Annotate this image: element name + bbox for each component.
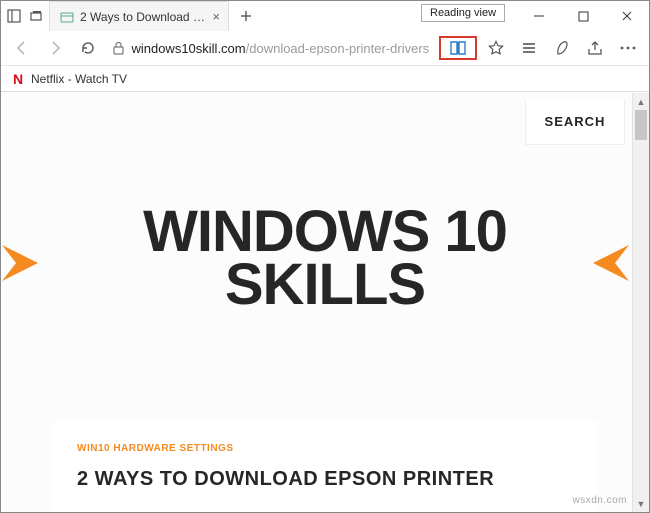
- article-category[interactable]: WIN10 HARDWARE SETTINGS: [77, 443, 573, 454]
- lock-icon: [112, 41, 125, 55]
- search-button[interactable]: SEARCH: [525, 99, 625, 145]
- tab-favicon-icon: [60, 10, 74, 24]
- maximize-button[interactable]: [561, 1, 605, 31]
- more-button[interactable]: [614, 33, 643, 63]
- watermark: wsxdn.com: [572, 495, 627, 506]
- new-tab-button[interactable]: [229, 1, 263, 31]
- url-path: /download-epson-printer-drivers: [246, 41, 430, 56]
- notes-button[interactable]: [547, 33, 576, 63]
- toolbar: windows10skill.com/download-epson-printe…: [1, 31, 649, 65]
- title-spacer: Reading view: [263, 1, 517, 31]
- url-domain: windows10skill.com: [131, 41, 245, 56]
- hub-button[interactable]: [514, 33, 543, 63]
- sidebar-toggle-icon[interactable]: [5, 7, 23, 25]
- site-logo: WINDOWS 10 SKILLS: [1, 205, 649, 312]
- browser-tab[interactable]: 2 Ways to Download Ep ×: [49, 1, 229, 31]
- title-icons: [1, 1, 49, 31]
- close-window-button[interactable]: [605, 1, 649, 31]
- reading-view-button[interactable]: [443, 33, 473, 63]
- tab-close-icon[interactable]: ×: [212, 9, 220, 24]
- favorites-item-netflix[interactable]: Netflix - Watch TV: [31, 72, 127, 86]
- forward-button[interactable]: [40, 33, 69, 63]
- page-viewport: SEARCH WINDOWS 10 SKILLS WIN10 HARDWARE …: [1, 93, 649, 512]
- vertical-scrollbar[interactable]: ▲ ▼: [632, 93, 649, 512]
- netflix-icon: N: [11, 71, 25, 87]
- logo-line-1: WINDOWS 10: [1, 205, 649, 258]
- article-title[interactable]: 2 WAYS TO DOWNLOAD EPSON PRINTER: [77, 468, 573, 491]
- tab-preview-icon[interactable]: [27, 7, 45, 25]
- article-card: WIN10 HARDWARE SETTINGS 2 WAYS TO DOWNLO…: [53, 421, 597, 512]
- back-button[interactable]: [7, 33, 36, 63]
- favorites-bar: N Netflix - Watch TV: [1, 65, 649, 92]
- share-button[interactable]: [581, 33, 610, 63]
- minimize-button[interactable]: [517, 1, 561, 31]
- scroll-thumb[interactable]: [635, 110, 647, 140]
- page-content: SEARCH WINDOWS 10 SKILLS WIN10 HARDWARE …: [1, 93, 649, 512]
- tab-title: 2 Ways to Download Ep: [80, 10, 206, 24]
- logo-line-2: SKILLS: [1, 258, 649, 311]
- refresh-button[interactable]: [73, 33, 102, 63]
- favorite-button[interactable]: [481, 33, 510, 63]
- scroll-up-icon[interactable]: ▲: [633, 93, 649, 110]
- url-text: windows10skill.com/download-epson-printe…: [131, 41, 429, 56]
- reading-view-tooltip: Reading view: [421, 4, 505, 22]
- titlebar: 2 Ways to Download Ep × Reading view: [1, 1, 649, 31]
- address-bar[interactable]: windows10skill.com/download-epson-printe…: [106, 35, 435, 61]
- reading-view-highlight: [439, 36, 477, 60]
- window-controls: [517, 1, 649, 31]
- scroll-down-icon[interactable]: ▼: [633, 495, 649, 512]
